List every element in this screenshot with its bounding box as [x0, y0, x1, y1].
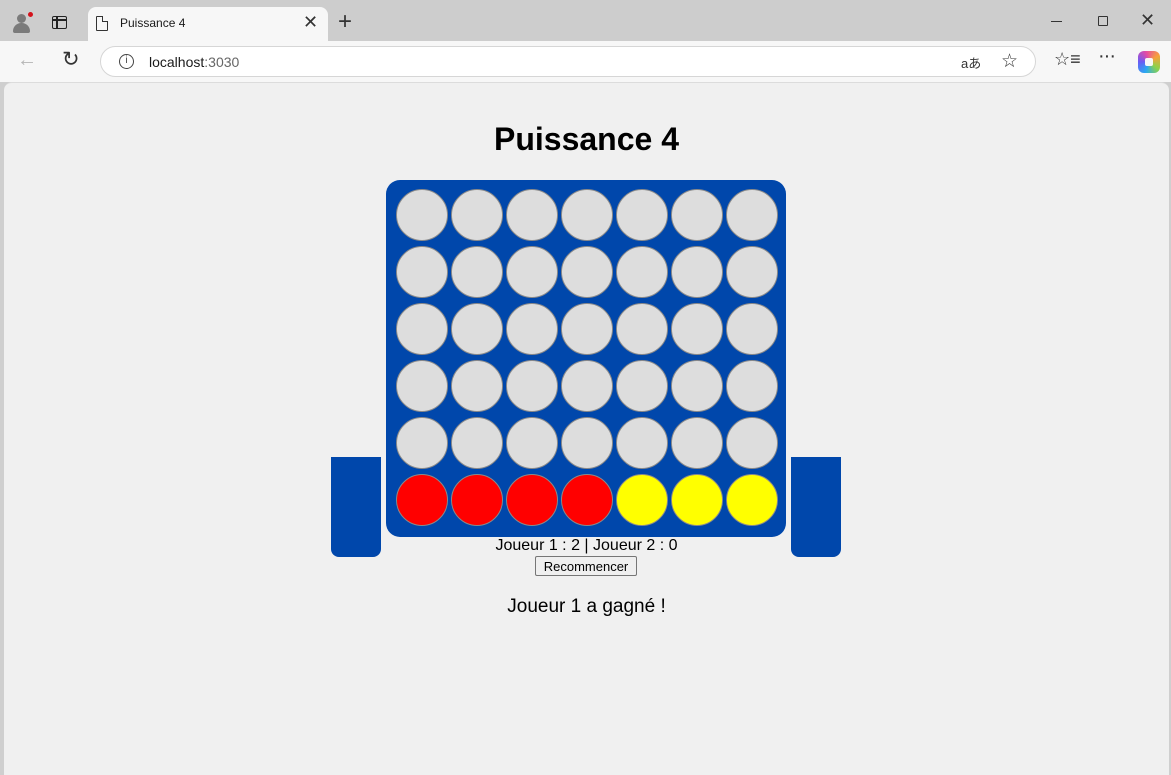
favorites-list-icon[interactable]: ☆≡	[1054, 49, 1081, 69]
tab-title: Puissance 4	[120, 16, 186, 30]
board-cell-empty[interactable]	[561, 360, 613, 412]
read-aloud-icon[interactable]: aあ	[961, 53, 981, 72]
board-cell-red-token[interactable]	[506, 474, 558, 526]
board-cell-empty[interactable]	[396, 360, 448, 412]
board-cell-empty[interactable]	[616, 246, 668, 298]
board-cell-empty[interactable]	[561, 303, 613, 355]
browser-titlebar: Puissance 4 ✕ + ✕	[0, 0, 1171, 41]
url-text[interactable]: localhost:3030	[149, 54, 239, 70]
page-icon	[96, 16, 108, 31]
restart-button[interactable]: Recommencer	[535, 556, 637, 576]
profile-avatar-icon[interactable]	[10, 11, 34, 33]
board-cell-empty[interactable]	[616, 417, 668, 469]
board-cell-yellow-token[interactable]	[616, 474, 668, 526]
url-port: :3030	[204, 54, 240, 70]
browser-toolbar: ← ↻ i localhost:3030 aあ ☆ ☆≡ ···	[0, 41, 1171, 82]
tab-close-icon[interactable]: ✕	[303, 13, 318, 31]
board-cell-red-token[interactable]	[561, 474, 613, 526]
address-bar[interactable]: i localhost:3030 aあ ☆	[100, 46, 1036, 77]
new-tab-icon[interactable]: +	[338, 10, 352, 34]
board-cell-empty[interactable]	[506, 189, 558, 241]
board-cell-empty[interactable]	[726, 360, 778, 412]
board-cell-empty[interactable]	[561, 417, 613, 469]
board-cell-empty[interactable]	[671, 246, 723, 298]
copilot-icon[interactable]	[1138, 51, 1160, 73]
url-host: localhost	[149, 54, 205, 70]
page-viewport: Puissance 4 Joueur 1 : 2 | Joueur 2 : 0 …	[4, 82, 1169, 775]
game-board[interactable]	[386, 180, 786, 537]
board-cell-empty[interactable]	[506, 246, 558, 298]
board-cell-empty[interactable]	[451, 189, 503, 241]
board-cell-yellow-token[interactable]	[671, 474, 723, 526]
board-cell-empty[interactable]	[616, 360, 668, 412]
board-cell-red-token[interactable]	[451, 474, 503, 526]
board-cell-empty[interactable]	[451, 360, 503, 412]
site-info-icon[interactable]: i	[119, 54, 134, 69]
window-minimize-icon[interactable]	[1051, 21, 1062, 22]
board-cell-yellow-token[interactable]	[726, 474, 778, 526]
board-cell-empty[interactable]	[671, 417, 723, 469]
board-cell-empty[interactable]	[506, 303, 558, 355]
more-options-icon[interactable]: ···	[1098, 46, 1116, 66]
board-cell-empty[interactable]	[396, 417, 448, 469]
board-cell-empty[interactable]	[506, 360, 558, 412]
board-cell-empty[interactable]	[726, 189, 778, 241]
board-cell-empty[interactable]	[561, 189, 613, 241]
game-status-message: Joueur 1 a gagné !	[507, 596, 666, 617]
board-cell-empty[interactable]	[451, 303, 503, 355]
board-cell-empty[interactable]	[506, 417, 558, 469]
board-cell-empty[interactable]	[396, 189, 448, 241]
tab-actions-icon[interactable]	[52, 16, 67, 29]
score-display: Joueur 1 : 2 | Joueur 2 : 0	[495, 537, 678, 554]
board-cell-empty[interactable]	[671, 189, 723, 241]
favorite-star-icon[interactable]: ☆	[1001, 50, 1018, 73]
board-cell-empty[interactable]	[671, 360, 723, 412]
board-cell-empty[interactable]	[396, 303, 448, 355]
board-cell-empty[interactable]	[726, 417, 778, 469]
board-cell-empty[interactable]	[561, 246, 613, 298]
back-arrow-icon[interactable]: ←	[17, 50, 37, 70]
board-cell-red-token[interactable]	[396, 474, 448, 526]
board-cell-empty[interactable]	[616, 303, 668, 355]
board-cell-empty[interactable]	[451, 417, 503, 469]
window-close-icon[interactable]: ✕	[1140, 11, 1155, 29]
board-cell-empty[interactable]	[451, 246, 503, 298]
page-title: Puissance 4	[494, 121, 679, 157]
board-cell-empty[interactable]	[396, 246, 448, 298]
tab-puissance-4[interactable]: Puissance 4 ✕	[88, 7, 328, 41]
reload-icon[interactable]: ↻	[62, 49, 80, 70]
board-cell-empty[interactable]	[726, 246, 778, 298]
board-cell-empty[interactable]	[616, 189, 668, 241]
window-maximize-icon[interactable]	[1098, 16, 1108, 26]
board-cell-empty[interactable]	[671, 303, 723, 355]
board-cell-empty[interactable]	[726, 303, 778, 355]
